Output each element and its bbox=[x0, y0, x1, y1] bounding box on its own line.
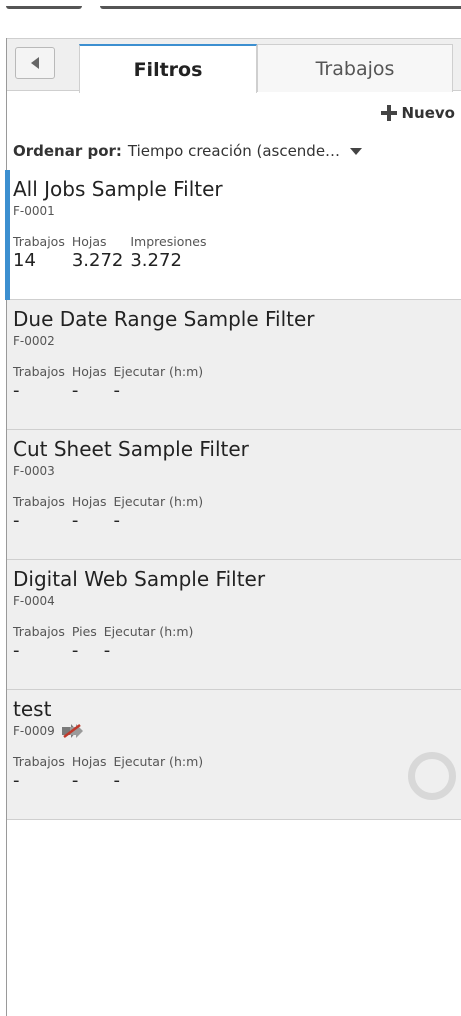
metric-label: Trabajos bbox=[13, 624, 65, 639]
metric: Trabajos - bbox=[13, 754, 65, 792]
filter-code: F-0004 bbox=[13, 594, 55, 608]
chevron-left-icon bbox=[31, 57, 39, 69]
metric: Ejecutar (h:m) - bbox=[114, 364, 204, 402]
filter-card[interactable]: Digital Web Sample Filter F-0004 Trabajo… bbox=[7, 560, 461, 690]
metric: Trabajos - bbox=[13, 494, 65, 532]
metric-label: Pies bbox=[71, 624, 97, 639]
new-filter-label: Nuevo bbox=[401, 104, 456, 122]
metric-value: 3.272 bbox=[71, 250, 124, 271]
filters-panel: Filtros Trabajos Nuevo Ordenar por: Tiem… bbox=[5, 38, 461, 1016]
metric: Pies - bbox=[72, 624, 97, 662]
metric: Trabajos - bbox=[13, 364, 65, 402]
disabled-arrow-icon bbox=[61, 724, 83, 738]
metric: Hojas 3.272 bbox=[72, 234, 124, 272]
filter-name: Cut Sheet Sample Filter bbox=[13, 437, 249, 461]
metric-label: Trabajos bbox=[13, 234, 65, 249]
plus-icon bbox=[380, 105, 397, 121]
filter-name: Digital Web Sample Filter bbox=[13, 567, 266, 591]
metric: Ejecutar (h:m) - bbox=[104, 624, 194, 662]
metric: Ejecutar (h:m) - bbox=[114, 494, 204, 532]
filter-code-row: F-0009 bbox=[13, 724, 461, 738]
filter-card[interactable]: All Jobs Sample Filter F-0001 Trabajos 1… bbox=[5, 170, 461, 300]
filter-card[interactable]: test F-0009 Trabajos - Hojas - Ejecutar … bbox=[7, 690, 461, 820]
metric-label: Ejecutar (h:m) bbox=[103, 624, 194, 639]
top-strip bbox=[0, 0, 461, 38]
metric-value: - bbox=[113, 380, 121, 401]
metric: Ejecutar (h:m) - bbox=[114, 754, 204, 792]
metric-value: 3.272 bbox=[130, 250, 182, 271]
metric-label: Ejecutar (h:m) bbox=[113, 494, 204, 509]
metric-value: - bbox=[13, 380, 20, 401]
tab-trabajos[interactable]: Trabajos bbox=[257, 44, 453, 92]
metric-value: - bbox=[71, 640, 79, 661]
filter-metrics: Trabajos 14 Hojas 3.272 Impresiones 3.27… bbox=[13, 234, 461, 272]
sort-label: Ordenar por: bbox=[13, 142, 122, 160]
metric-label: Hojas bbox=[71, 234, 107, 249]
filter-card[interactable]: Cut Sheet Sample Filter F-0003 Trabajos … bbox=[7, 430, 461, 560]
metric-value: - bbox=[103, 640, 111, 661]
back-button[interactable] bbox=[15, 47, 55, 79]
metric-value: - bbox=[71, 770, 79, 791]
metric-label: Trabajos bbox=[13, 754, 65, 769]
filter-metrics: Trabajos - Hojas - Ejecutar (h:m) - bbox=[13, 364, 461, 402]
top-divider-right bbox=[100, 6, 461, 9]
metric-value: - bbox=[113, 770, 121, 791]
filter-name: test bbox=[13, 697, 52, 721]
metric-value: - bbox=[71, 380, 79, 401]
tab-bar: Filtros Trabajos bbox=[7, 38, 461, 93]
metric-value: - bbox=[13, 640, 20, 661]
filter-name: Due Date Range Sample Filter bbox=[13, 307, 315, 331]
metric-value: - bbox=[13, 510, 20, 531]
metric-label: Impresiones bbox=[130, 234, 207, 249]
filter-code: F-0001 bbox=[13, 204, 55, 218]
filter-card[interactable]: Due Date Range Sample Filter F-0002 Trab… bbox=[7, 300, 461, 430]
filter-name: All Jobs Sample Filter bbox=[13, 177, 223, 201]
metric-label: Hojas bbox=[71, 364, 107, 379]
tab-filtros[interactable]: Filtros bbox=[79, 44, 257, 93]
filter-metrics: Trabajos - Pies - Ejecutar (h:m) - bbox=[13, 624, 461, 662]
metric-label: Hojas bbox=[71, 754, 107, 769]
metric-value: - bbox=[71, 510, 79, 531]
loading-ring-icon bbox=[408, 752, 456, 800]
metric-label: Hojas bbox=[71, 494, 107, 509]
metric: Trabajos 14 bbox=[13, 234, 65, 272]
metric-value: - bbox=[113, 510, 121, 531]
metric-label: Ejecutar (h:m) bbox=[113, 754, 204, 769]
sort-bar: Ordenar por: Tiempo creación (ascende… bbox=[13, 138, 453, 164]
filter-metrics: Trabajos - Hojas - Ejecutar (h:m) - bbox=[13, 754, 461, 792]
metric-label: Trabajos bbox=[13, 364, 65, 379]
metric-value: 14 bbox=[13, 250, 36, 271]
selection-indicator bbox=[5, 170, 10, 300]
metric: Hojas - bbox=[72, 364, 107, 402]
top-divider-left bbox=[6, 6, 82, 9]
caret-down-icon bbox=[350, 147, 363, 155]
sort-value: Tiempo creación (ascende… bbox=[127, 142, 341, 160]
metric-value: - bbox=[13, 770, 20, 791]
metric: Hojas - bbox=[72, 494, 107, 532]
metric-label: Ejecutar (h:m) bbox=[113, 364, 204, 379]
new-bar: Nuevo bbox=[7, 100, 455, 130]
metric: Trabajos - bbox=[13, 624, 65, 662]
metric: Hojas - bbox=[72, 754, 107, 792]
metric-label: Trabajos bbox=[13, 494, 65, 509]
filter-code: F-0002 bbox=[13, 334, 55, 348]
filter-list: All Jobs Sample Filter F-0001 Trabajos 1… bbox=[5, 170, 461, 820]
filter-code: F-0009 bbox=[13, 724, 55, 738]
sort-dropdown[interactable]: Tiempo creación (ascende… bbox=[127, 142, 363, 160]
metric: Impresiones 3.272 bbox=[130, 234, 206, 272]
filter-metrics: Trabajos - Hojas - Ejecutar (h:m) - bbox=[13, 494, 461, 532]
new-filter-button[interactable]: Nuevo bbox=[380, 104, 456, 122]
filter-code: F-0003 bbox=[13, 464, 55, 478]
